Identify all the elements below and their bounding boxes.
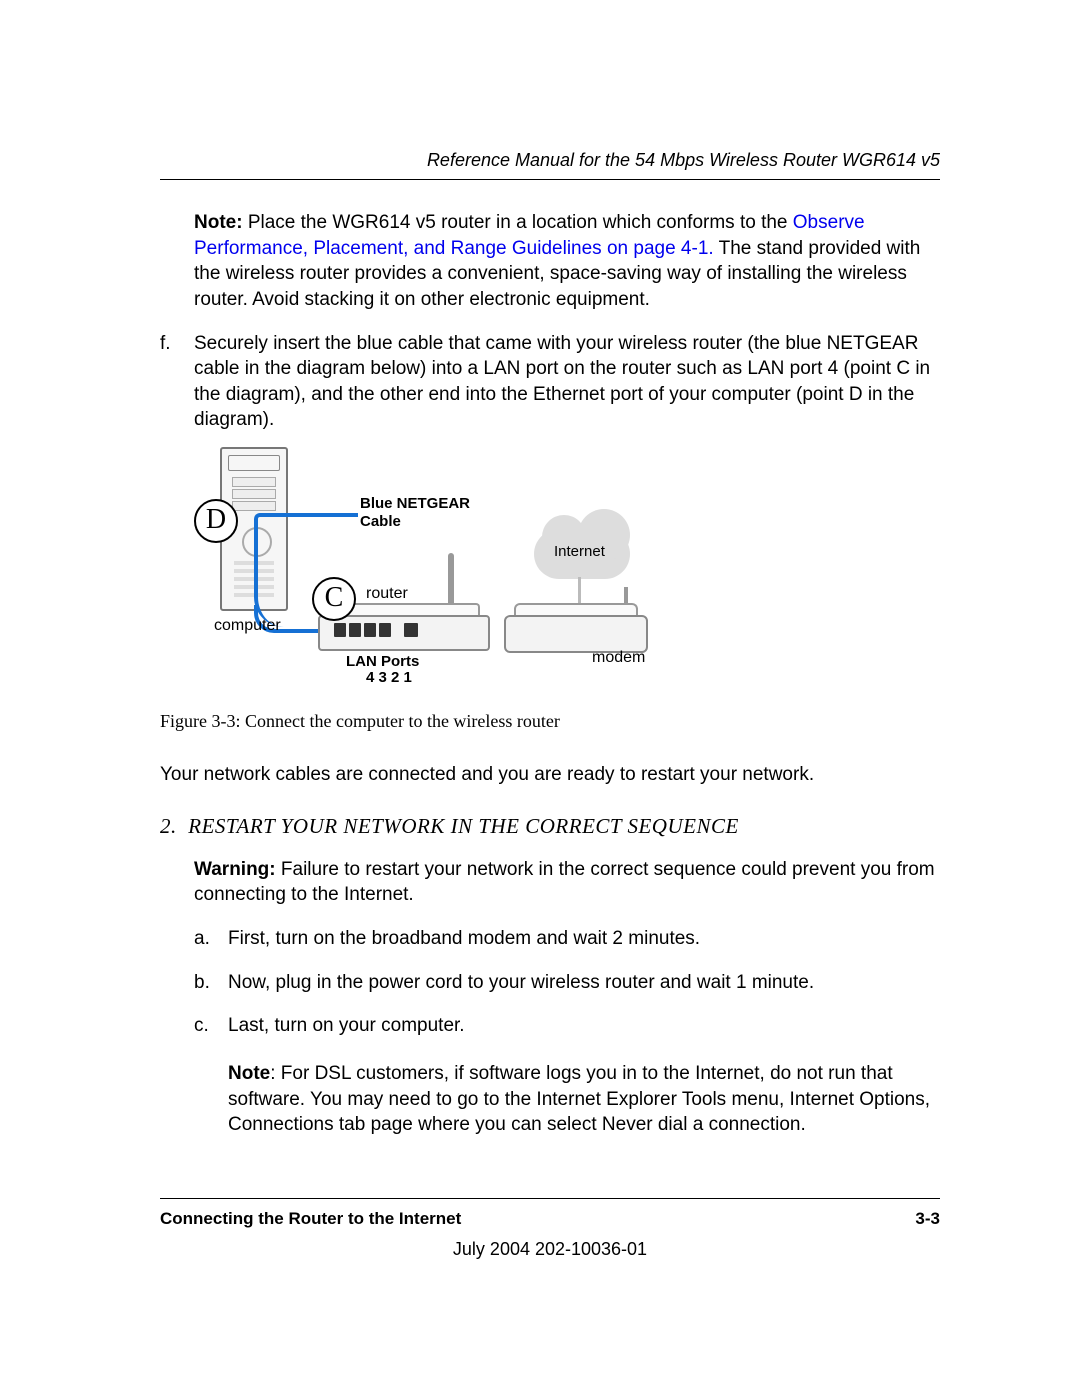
step-2c-text: Last, turn on your computer. <box>228 1013 940 1039</box>
step-2b-marker: b. <box>194 970 228 996</box>
modem-icon <box>504 615 648 653</box>
warning-paragraph: Warning: Failure to restart your network… <box>194 857 940 908</box>
step-f-text: Securely insert the blue cable that came… <box>194 331 940 434</box>
page-number: 3-3 <box>915 1209 940 1229</box>
section-2-title: ESTART YOUR NETWORK IN THE CORRECT SEQUE… <box>202 814 739 838</box>
footer-date: July 2004 202-10036-01 <box>160 1239 940 1260</box>
lan-ports-label: LAN Ports <box>346 653 419 670</box>
manual-title: Reference Manual for the 54 Mbps Wireles… <box>427 150 940 170</box>
callout-c: C <box>312 577 356 621</box>
footer: Connecting the Router to the Internet 3-… <box>160 1198 940 1260</box>
step-f: f. Securely insert the blue cable that c… <box>160 331 940 434</box>
note2-text: : For DSL customers, if software logs yo… <box>228 1063 930 1135</box>
section-2-title-cap: R <box>188 814 201 838</box>
note-paragraph: Note: Place the WGR614 v5 router in a lo… <box>194 210 940 313</box>
router-antenna-icon <box>448 553 454 607</box>
step-2a-marker: a. <box>194 926 228 952</box>
modem-label: modem <box>592 649 645 667</box>
step-2a: a. First, turn on the broadband modem an… <box>194 926 940 952</box>
note2-paragraph: Note: For DSL customers, if software log… <box>228 1061 940 1138</box>
step-2b-text: Now, plug in the power cord to your wire… <box>228 970 940 996</box>
section-2-heading: 2. RESTART YOUR NETWORK IN THE CORRECT S… <box>160 814 940 839</box>
computer-label: computer <box>214 617 281 635</box>
note-label: Note: <box>194 212 243 233</box>
step-2a-text: First, turn on the broadband modem and w… <box>228 926 940 952</box>
note2-label: Note <box>228 1063 270 1084</box>
router-label: router <box>366 585 408 603</box>
footer-section-title: Connecting the Router to the Internet <box>160 1209 461 1229</box>
step-2c: c. Last, turn on your computer. <box>194 1013 940 1039</box>
warning-label: Warning: <box>194 859 276 880</box>
connection-diagram: D C Blue NETGEAR Cable Internet router c… <box>194 447 694 697</box>
callout-d: D <box>194 499 238 543</box>
step-f-marker: f. <box>160 331 194 434</box>
document-page: Reference Manual for the 54 Mbps Wireles… <box>0 0 1080 1340</box>
ready-text: Your network cables are connected and yo… <box>160 762 940 788</box>
guidelines-link-page[interactable]: on page 4-1. <box>602 238 714 259</box>
page-header: Reference Manual for the 54 Mbps Wireles… <box>160 150 940 180</box>
lan-ports-icon <box>334 623 418 637</box>
figure-caption: Figure 3-3: Connect the computer to the … <box>160 711 940 732</box>
section-2-number: 2. <box>160 814 177 838</box>
internet-label: Internet <box>554 543 605 560</box>
cable-label-1: Blue NETGEAR <box>360 495 470 512</box>
step-2b: b. Now, plug in the power cord to your w… <box>194 970 940 996</box>
cable-label-2: Cable <box>360 513 401 530</box>
step-2c-marker: c. <box>194 1013 228 1039</box>
lan-ports-numbers: 4 3 2 1 <box>366 669 412 686</box>
note-text-pre: Place the WGR614 v5 router in a location… <box>243 212 793 233</box>
warning-text: Failure to restart your network in the c… <box>194 859 935 906</box>
